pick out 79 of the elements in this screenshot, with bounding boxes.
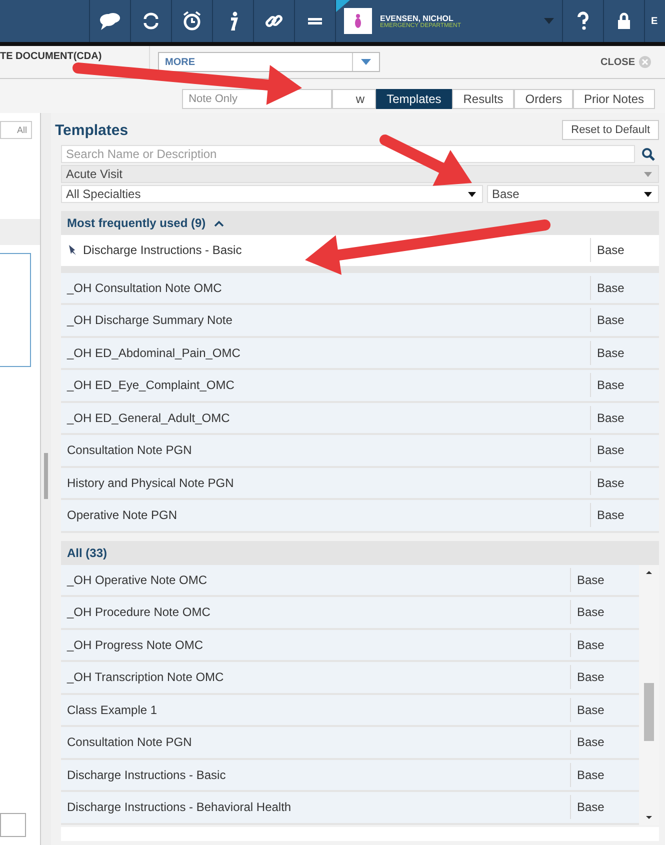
template-row[interactable]: Discharge Instructions - Basic Base <box>61 760 639 790</box>
caret-icon <box>644 172 652 176</box>
template-type: Base <box>590 276 659 300</box>
scrollbar[interactable] <box>639 564 659 824</box>
template-name: Discharge Instructions - Basic <box>67 768 226 782</box>
template-type: Base <box>590 438 659 462</box>
scrollbar-thumb[interactable] <box>644 682 654 740</box>
template-name: _OH Operative Note OMC <box>67 572 208 587</box>
template-name: History and Physical Note PGN <box>67 476 234 490</box>
template-name: Operative Note PGN <box>67 508 178 522</box>
scroll-down-icon[interactable] <box>644 814 654 820</box>
search-field[interactable]: Search Name or Description <box>61 145 635 163</box>
template-name: _OH Transcription Note OMC <box>67 670 224 684</box>
specialty-dropdown[interactable]: All Specialties <box>61 185 483 203</box>
template-row[interactable]: _OH Operative Note OMC Base <box>61 564 639 595</box>
template-type: Base <box>590 308 659 332</box>
patient-icon <box>354 13 362 29</box>
alarm-clock-icon[interactable] <box>181 10 203 32</box>
template-row[interactable]: Operative Note PGN Base <box>61 500 659 530</box>
template-name: Class Example 1 <box>67 702 158 717</box>
encounter-dropdown[interactable]: Acute Visit <box>61 165 659 183</box>
type-dropdown[interactable]: Base <box>487 185 659 203</box>
template-name: Consultation Note PGN <box>67 443 192 458</box>
template-row[interactable]: _OH Transcription Note OMC Base <box>61 662 639 692</box>
close-icon <box>639 56 651 68</box>
template-row[interactable]: Consultation Note PGN Base <box>61 727 639 758</box>
tab[interactable]: Note Only <box>182 89 332 109</box>
template-name: Discharge Instructions - Basic <box>83 243 242 258</box>
scroll-up-icon[interactable] <box>644 568 654 574</box>
template-row[interactable]: _OH ED_Abdominal_Pain_OMC Base <box>61 338 659 368</box>
template-name: _OH ED_Eye_Complaint_OMC <box>67 378 234 392</box>
splitter-handle[interactable] <box>44 453 48 499</box>
flag-icon <box>336 0 350 12</box>
template-name: _OH Progress Note OMC <box>67 638 204 652</box>
tab[interactable]: Prior Notes <box>572 89 655 109</box>
template-type: Base <box>590 503 659 528</box>
template-type: Base <box>590 373 659 398</box>
panel-title: Templates <box>55 122 128 138</box>
template-name: Consultation Note PGN <box>67 735 192 750</box>
toolbar-label[interactable]: E <box>644 0 665 42</box>
all-button[interactable]: All <box>0 121 32 139</box>
template-row[interactable]: Class Example 1 Base <box>61 694 639 725</box>
template-row[interactable]: _OH Consultation Note OMC Base <box>61 272 659 303</box>
template-name: Discharge Instructions - Behavioral Health <box>67 800 292 814</box>
template-name: _OH Consultation Note OMC <box>67 280 222 295</box>
template-row[interactable]: Consultation Note PGN Base <box>61 435 659 466</box>
template-type: Base <box>590 470 659 495</box>
document-title: TE DOCUMENT(CDA) <box>0 46 150 78</box>
template-name: _OH ED_General_Adult_OMC <box>67 410 230 425</box>
template-type: Base <box>590 340 659 365</box>
template-row[interactable]: _OH Progress Note OMC Base <box>61 630 639 660</box>
tab[interactable]: Templates <box>376 89 452 109</box>
template-name: _OH Procedure Note OMC <box>67 605 210 620</box>
reset-button[interactable]: Reset to Default <box>562 120 659 140</box>
close-button[interactable]: CLOSE <box>594 55 657 69</box>
template-row[interactable]: _OH Discharge Summary Note Base <box>61 305 659 336</box>
more-dropdown[interactable]: MORE <box>158 52 380 72</box>
template-name: _OH ED_Abdominal_Pain_OMC <box>67 346 240 360</box>
search-icon[interactable] <box>641 147 655 161</box>
group-header[interactable]: Most frequently used (9) <box>67 216 206 230</box>
chat-icon[interactable] <box>99 10 121 32</box>
chevron-up-icon[interactable] <box>214 220 224 226</box>
input-field[interactable] <box>0 813 26 837</box>
caret-icon <box>468 192 476 196</box>
caret-icon <box>361 59 371 65</box>
group-header[interactable]: All (33) <box>67 546 108 560</box>
template-row[interactable]: Discharge Instructions - Behavioral Health Base <box>61 792 639 822</box>
template-type: Base <box>590 406 659 430</box>
tab[interactable]: Orders <box>514 89 573 109</box>
patient-name: EVENSEN, NICHOL <box>380 14 454 22</box>
template-row[interactable]: _OH ED_Eye_Complaint_OMC Base <box>61 370 659 400</box>
tab[interactable]: w <box>332 89 376 109</box>
caret-icon <box>644 192 652 196</box>
template-type: Base <box>590 238 659 262</box>
template-row[interactable]: _OH Procedure Note OMC Base <box>61 597 639 628</box>
tab[interactable]: Results <box>452 89 514 109</box>
template-name: _OH Discharge Summary Note <box>67 313 232 328</box>
template-row[interactable]: History and Physical Note PGN Base <box>61 468 659 498</box>
template-row[interactable]: _OH ED_General_Adult_OMC Base <box>61 402 659 433</box>
